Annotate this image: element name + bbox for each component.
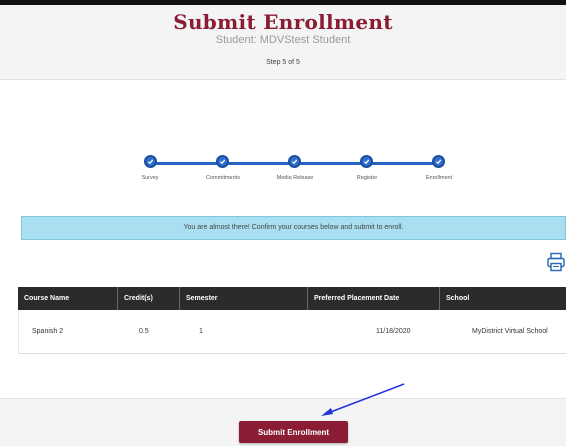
check-icon [219,159,226,165]
step-survey-node[interactable] [144,155,157,168]
check-icon [291,159,298,165]
step-label-survey: Survey [141,175,159,181]
check-icon [435,159,442,165]
check-icon [363,159,370,165]
step-label-enrollment: Enrollment [425,175,453,181]
page-title: Submit Enrollment [173,10,393,34]
printer-icon[interactable] [547,252,565,272]
step-indicator: Step 5 of 5 [266,59,300,66]
col-school: School [446,295,470,302]
cell-semester: 1 [199,328,203,335]
cell-placement-date: 11/18/2020 [376,328,411,335]
student-name: Student: MDVStest Student [215,34,351,46]
col-placement-date: Preferred Placement Date [308,287,440,310]
page-header: Submit Enrollment Student: MDVStest Stud… [0,5,566,80]
info-banner: You are almost there! Confirm your cours… [21,216,566,240]
courses-table: Course Name Credit(s) Semester Preferred… [18,287,566,354]
check-icon [147,159,154,165]
table-row: Spanish 2 0.5 1 11/18/2020 MyDistrict Vi… [18,310,566,354]
step-label-register: Register [356,175,378,181]
cell-school: MyDistrict Virtual School [472,328,548,335]
step-register-node[interactable] [360,155,373,168]
submit-enrollment-button[interactable]: Submit Enrollment [239,421,348,443]
table-header: Course Name Credit(s) Semester Preferred… [18,287,566,310]
step-media-release-node[interactable] [288,155,301,168]
cell-credits: 0.5 [139,328,149,335]
step-commitments-node[interactable] [216,155,229,168]
col-course-name: Course Name [18,287,118,310]
progress-stepper: Survey Commitments Media Release Registe… [0,152,566,188]
col-credits: Credit(s) [118,287,180,310]
col-semester: Semester [180,287,308,310]
step-enrollment-node[interactable] [432,155,445,168]
step-label-media-release: Media Release [276,175,314,181]
cell-course-name: Spanish 2 [32,328,64,335]
step-label-commitments: Commitments [206,175,240,181]
